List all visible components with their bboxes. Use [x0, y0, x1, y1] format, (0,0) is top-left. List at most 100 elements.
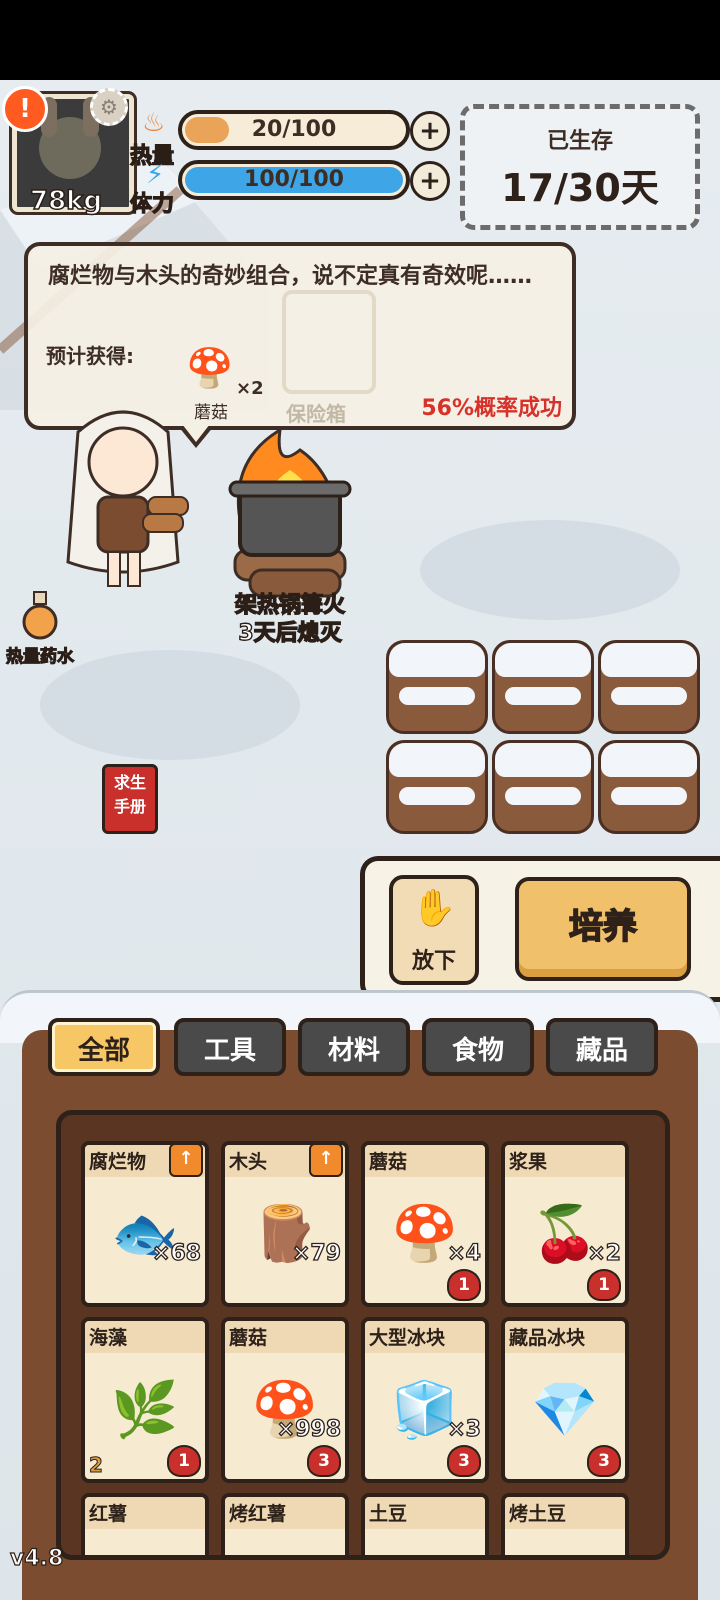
snow-plot[interactable] — [598, 740, 700, 834]
item-quantity: ×79 — [291, 1240, 341, 1266]
add-stamina-button[interactable]: + — [410, 161, 450, 201]
item-name: 土豆 — [369, 1503, 408, 1525]
cultivate-button[interactable]: 培养 — [515, 877, 691, 981]
campfire-label: 架热锅篝火 3天后熄灭 — [200, 592, 380, 648]
category-tabs: 全部 工具 材料 食物 藏品 — [48, 1018, 668, 1082]
reward-name: 蘑菇 — [194, 403, 228, 423]
campfire-name: 架热锅篝火 — [234, 592, 345, 618]
drop-button[interactable]: ✋ 放下 — [389, 875, 479, 985]
stamina-bar: 100/100 — [178, 160, 410, 200]
dialog-message: 腐烂物与木头的奇妙组合，说不定真有奇效呢…… — [48, 264, 533, 289]
potion-label: 热量药水 — [5, 646, 74, 667]
inventory-item[interactable]: 腐烂物 ↑ 🐟 ×68 — [81, 1141, 209, 1307]
item-name: 红薯 — [89, 1503, 128, 1525]
inventory-item[interactable]: 海藻 🌿 2 1 — [81, 1317, 209, 1483]
success-rate: 56%概率成功 — [421, 396, 562, 421]
heat-value: 20/100 — [251, 117, 337, 142]
item-badge: 3 — [307, 1445, 341, 1477]
campfire-pot-icon[interactable] — [220, 430, 360, 600]
tab-collectibles[interactable]: 藏品 — [546, 1018, 658, 1076]
locked-reward-name: 保险箱 — [286, 402, 346, 426]
item-badge: 1 — [447, 1269, 481, 1301]
inventory-item[interactable]: 土豆 🥔 — [361, 1493, 489, 1555]
item-name: 腐烂物 — [89, 1151, 147, 1173]
item-quantity: ×2 — [587, 1240, 622, 1266]
item-quantity: ×998 — [276, 1416, 342, 1442]
stamina-label: 体力 — [129, 191, 175, 217]
tab-all[interactable]: 全部 — [48, 1018, 160, 1076]
item-quantity: ×68 — [151, 1240, 201, 1266]
action-panel: ✋ 放下 培养 — [360, 856, 720, 1002]
weight-label: 78kg — [29, 185, 103, 217]
inventory-item[interactable]: 木头 ↑ 🪵 ×79 — [221, 1141, 349, 1307]
character-sprite[interactable] — [48, 402, 198, 592]
snow-cap — [601, 643, 697, 677]
inventory-item[interactable]: 蘑菇 🍄 ×4 1 — [361, 1141, 489, 1307]
tab-tools[interactable]: 工具 — [174, 1018, 286, 1076]
inventory-item[interactable]: 大型冰块 🧊 ×3 3 — [361, 1317, 489, 1483]
inventory-grid: 腐烂物 ↑ 🐟 ×68 木头 ↑ 🪵 ×79 蘑菇 🍄 ×4 1 浆果 🍒 ×2 1 海藻 🌿 2 1 蘑菇 🍄 ×998 3… — [56, 1110, 670, 1560]
snow-cap — [389, 743, 485, 777]
tab-food[interactable]: 食物 — [422, 1018, 534, 1076]
survival-manual-button[interactable]: 求生 手册 — [102, 764, 158, 834]
inventory-item[interactable]: 红薯 🍠 — [81, 1493, 209, 1555]
expected-label: 预计获得: — [46, 344, 134, 368]
version-label: v4.8 — [9, 1545, 64, 1571]
item-name: 海藻 — [89, 1327, 128, 1349]
item-level: 2 — [89, 1453, 104, 1478]
inventory-item[interactable]: 烤土豆 🥔 — [501, 1493, 629, 1555]
status-bar — [0, 0, 720, 80]
item-name: 蘑菇 — [369, 1151, 408, 1173]
snow-stripe — [399, 787, 475, 805]
item-quantity: ×4 — [447, 1240, 482, 1266]
item-badge: 3 — [587, 1445, 621, 1477]
snow-plot[interactable] — [386, 640, 488, 734]
inventory-item[interactable]: 藏品冰块 💎 3 — [501, 1317, 629, 1483]
heat-icon: ♨ — [142, 108, 166, 138]
rotten-icon: 🐟 — [111, 1202, 179, 1265]
survival-days-panel: 已生存 17/30天 — [460, 104, 700, 230]
drop-label: 放下 — [411, 949, 456, 974]
item-name: 烤土豆 — [509, 1503, 567, 1525]
snow-plot[interactable] — [492, 640, 594, 734]
snow-plot[interactable] — [598, 640, 700, 734]
inventory-item[interactable]: 浆果 🍒 ×2 1 — [501, 1141, 629, 1307]
potion-icon[interactable] — [20, 590, 60, 640]
heat-bar: 20/100 — [178, 110, 410, 150]
roasted-sweet-potato-icon: 🍠 — [225, 1531, 345, 1555]
mushroom-icon: 🍄 — [186, 346, 234, 390]
manual-label-line2: 手册 — [113, 797, 146, 816]
item-name: 木头 — [229, 1151, 268, 1173]
stamina-value: 100/100 — [244, 167, 344, 192]
campfire-timer: 3天后熄灭 — [238, 620, 343, 646]
item-badge: 1 — [167, 1445, 201, 1477]
snow-cap — [389, 643, 485, 677]
gear-icon[interactable]: ⚙ — [90, 88, 128, 126]
upgrade-arrow-icon: ↑ — [169, 1145, 203, 1177]
item-quantity: ×3 — [447, 1416, 482, 1442]
snow-stripe — [611, 687, 687, 705]
add-heat-button[interactable]: + — [410, 111, 450, 151]
snow-plot[interactable] — [492, 740, 594, 834]
cultivate-label: 培养 — [568, 906, 638, 948]
upgrade-arrow-icon: ↑ — [309, 1145, 343, 1177]
snow-plot[interactable] — [386, 740, 488, 834]
wood-icon: 🪵 — [251, 1202, 319, 1265]
snow-patch — [420, 520, 680, 620]
item-name: 藏品冰块 — [509, 1327, 586, 1349]
tab-materials[interactable]: 材料 — [298, 1018, 410, 1076]
potato-icon: 🥔 — [365, 1531, 485, 1555]
sweet-potato-icon: 🍠 — [85, 1531, 205, 1555]
survived-value: 17/30天 — [501, 166, 659, 210]
item-name: 浆果 — [509, 1151, 548, 1173]
reward-count: ×2 — [236, 378, 264, 399]
item-badge: 3 — [447, 1445, 481, 1477]
item-badge: 1 — [587, 1269, 621, 1301]
inventory-item[interactable]: 烤红薯 🍠 — [221, 1493, 349, 1555]
alert-icon[interactable]: ! — [2, 86, 48, 132]
item-name: 烤红薯 — [229, 1503, 287, 1525]
item-name: 蘑菇 — [229, 1327, 268, 1349]
snow-cap — [495, 643, 591, 677]
roasted-potato-icon: 🥔 — [505, 1531, 625, 1555]
inventory-item[interactable]: 蘑菇 🍄 ×998 3 — [221, 1317, 349, 1483]
